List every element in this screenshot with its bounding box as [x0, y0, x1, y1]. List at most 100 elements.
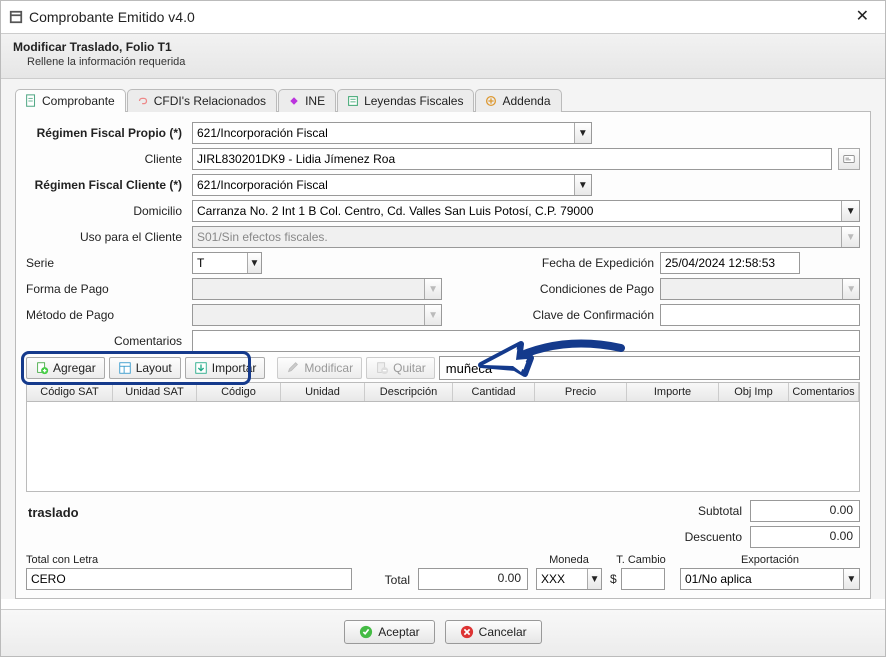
clave-conf-value[interactable]	[661, 306, 859, 324]
col-header[interactable]: Importe	[627, 383, 719, 401]
label-regimen-cliente: Régimen Fiscal Cliente (*)	[26, 178, 186, 192]
cancelar-button[interactable]: Cancelar	[445, 620, 542, 644]
chevron-down-icon[interactable]: ▼	[843, 569, 859, 589]
agregar-button[interactable]: Agregar	[26, 357, 105, 379]
label-descuento: Descuento	[650, 530, 750, 544]
comentarios-value[interactable]	[193, 332, 859, 350]
col-header[interactable]: Descripción	[365, 383, 453, 401]
label-total: Total	[360, 573, 410, 590]
cond-pago-select: ▼	[660, 278, 860, 300]
scroll-icon	[346, 94, 360, 108]
cliente-lookup-button[interactable]	[838, 148, 860, 170]
total-value: 0.00	[418, 568, 528, 590]
col-header[interactable]: Precio	[535, 383, 627, 401]
fecha-exp-input[interactable]	[660, 252, 800, 274]
label-uso-cliente: Uso para el Cliente	[26, 230, 186, 244]
items-toolbar: Agregar Layout Importar Modificar Q	[26, 356, 860, 380]
moneda-select[interactable]: ▼	[536, 568, 602, 590]
subtotal-value: 0.00	[750, 500, 860, 522]
tab-bar: Comprobante CFDI's Relacionados INE Leye…	[15, 89, 871, 112]
col-header[interactable]: Cantidad	[453, 383, 535, 401]
footer-totals-row: Total con Letra Total 0.00 Moneda	[26, 554, 860, 590]
label-domicilio: Domicilio	[26, 204, 186, 218]
tab-label: Comprobante	[42, 94, 115, 108]
regimen-propio-select[interactable]: ▼	[192, 122, 592, 144]
col-header[interactable]: Unidad	[281, 383, 365, 401]
card-icon	[842, 152, 856, 166]
btn-label: Modificar	[304, 361, 353, 375]
tab-label: Leyendas Fiscales	[364, 94, 463, 108]
moneda-value[interactable]	[537, 570, 587, 588]
cliente-value[interactable]	[193, 150, 831, 168]
chevron-down-icon[interactable]: ▼	[587, 569, 601, 589]
serie-value[interactable]	[193, 254, 247, 272]
titlebar: Comprobante Emitido v4.0 ✕	[1, 1, 885, 34]
regimen-cliente-value[interactable]	[193, 176, 574, 194]
layout-button[interactable]: Layout	[109, 357, 181, 379]
col-header[interactable]: Obj Imp	[719, 383, 789, 401]
col-header[interactable]: Código	[197, 383, 281, 401]
items-grid-body[interactable]	[26, 402, 860, 492]
fecha-exp-value[interactable]	[661, 254, 799, 272]
domicilio-select[interactable]: ▼	[192, 200, 860, 222]
window-title: Comprobante Emitido v4.0	[29, 9, 195, 25]
label-forma-pago: Forma de Pago	[26, 282, 186, 296]
label-serie: Serie	[26, 256, 186, 270]
cancel-icon	[460, 625, 474, 639]
importar-button[interactable]: Importar	[185, 357, 266, 379]
btn-label: Layout	[136, 361, 172, 375]
tcambio-input[interactable]	[621, 568, 665, 590]
item-search-input[interactable]	[439, 356, 860, 380]
tab-panel-comprobante: Régimen Fiscal Propio (*) ▼ Cliente	[15, 111, 871, 599]
edit-icon	[286, 361, 300, 375]
btn-label: Agregar	[53, 361, 96, 375]
tab-leyendas[interactable]: Leyendas Fiscales	[337, 89, 474, 112]
chevron-down-icon[interactable]: ▼	[841, 201, 859, 221]
total-letra-value[interactable]	[27, 570, 351, 588]
page-instruction: Rellene la información requerida	[13, 56, 873, 68]
tab-comprobante[interactable]: Comprobante	[15, 89, 126, 112]
btn-label: Aceptar	[378, 625, 419, 639]
serie-select[interactable]: ▼	[192, 252, 262, 274]
chevron-down-icon[interactable]: ▼	[574, 123, 591, 143]
clave-conf-input[interactable]	[660, 304, 860, 326]
col-header[interactable]: Unidad SAT	[113, 383, 197, 401]
regimen-cliente-select[interactable]: ▼	[192, 174, 592, 196]
chevron-down-icon: ▼	[841, 227, 859, 247]
domicilio-value[interactable]	[193, 202, 841, 220]
chevron-down-icon[interactable]: ▼	[574, 175, 591, 195]
modificar-button: Modificar	[277, 357, 362, 379]
tcambio-value[interactable]	[622, 570, 664, 588]
tab-cfdis[interactable]: CFDI's Relacionados	[127, 89, 277, 112]
col-header[interactable]: Código SAT	[27, 383, 113, 401]
remove-icon	[375, 361, 389, 375]
chevron-down-icon: ▼	[424, 279, 441, 299]
plus-document-icon	[35, 361, 49, 375]
uso-cliente-select: ▼	[192, 226, 860, 248]
tab-addenda[interactable]: Addenda	[475, 89, 561, 112]
aceptar-button[interactable]: Aceptar	[344, 620, 434, 644]
items-grid-header: Código SAT Unidad SAT Código Unidad Desc…	[26, 382, 860, 402]
col-header[interactable]: Comentarios	[789, 383, 859, 401]
regimen-propio-value[interactable]	[193, 124, 574, 142]
dialog-footer: Aceptar Cancelar	[1, 609, 885, 656]
chevron-down-icon[interactable]: ▼	[247, 253, 261, 273]
doc-type-label: traslado	[26, 503, 650, 520]
label-regimen-propio: Régimen Fiscal Propio (*)	[26, 126, 186, 140]
total-letra-input[interactable]	[26, 568, 352, 590]
search-value[interactable]	[440, 358, 859, 379]
content-area: Comprobante CFDI's Relacionados INE Leye…	[1, 79, 885, 599]
btn-label: Cancelar	[479, 625, 527, 639]
cliente-input[interactable]	[192, 148, 832, 170]
exportacion-select[interactable]: ▼	[680, 568, 860, 590]
totals-area: traslado Subtotal 0.00 Descuento 0.00	[26, 500, 860, 548]
close-button[interactable]: ✕	[850, 7, 875, 27]
comentarios-input[interactable]	[192, 330, 860, 352]
exportacion-value[interactable]	[681, 570, 843, 588]
tab-ine[interactable]: INE	[278, 89, 336, 112]
btn-label: Quitar	[393, 361, 426, 375]
descuento-value: 0.00	[750, 526, 860, 548]
layout-icon	[118, 361, 132, 375]
label-metodo-pago: Método de Pago	[26, 308, 186, 322]
diamond-icon	[287, 94, 301, 108]
